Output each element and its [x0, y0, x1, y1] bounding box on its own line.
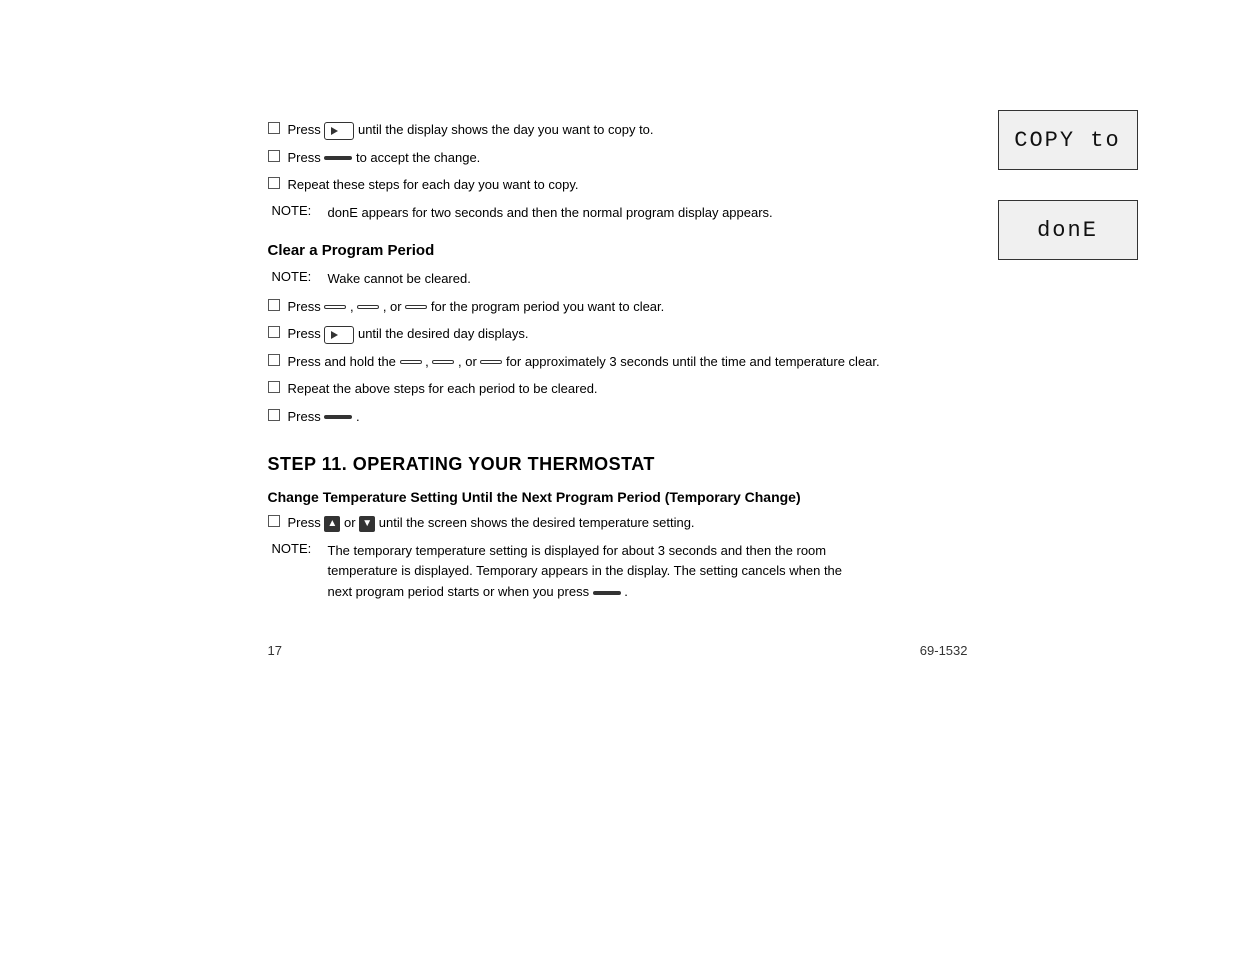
copy-item-2-text: Press to accept the change. [288, 148, 968, 168]
checkbox-icon [268, 515, 280, 527]
step11-item-1-text: Press ▲ or ▼ until the screen shows the … [288, 513, 968, 533]
step11-subheading: Change Temperature Setting Until the Nex… [268, 489, 968, 505]
clear-item-5: Press . [268, 407, 968, 427]
clear-item-4: Repeat the above steps for each period t… [268, 379, 968, 399]
period-btn-2[interactable] [357, 305, 379, 309]
play-triangle-icon [331, 127, 338, 135]
clear-item-4-text: Repeat the above steps for each period t… [288, 379, 968, 399]
note-label: NOTE: [272, 541, 320, 556]
play-button[interactable] [324, 122, 354, 140]
note-label: NOTE: [272, 269, 320, 289]
period-btn-3[interactable] [405, 305, 427, 309]
copy-item-2: Press to accept the change. [268, 148, 968, 168]
play-button-2[interactable] [324, 326, 354, 344]
checkbox-icon [268, 177, 280, 189]
checkbox-icon [268, 354, 280, 366]
clear-item-3: Press and hold the , , or for approximat… [268, 352, 968, 372]
clear-item-5-text: Press . [288, 407, 968, 427]
clear-note-wake: NOTE: Wake cannot be cleared. [268, 269, 968, 289]
display-done: donE [998, 200, 1138, 260]
checkbox-icon [268, 409, 280, 421]
hold-btn-1[interactable] [400, 360, 422, 364]
clear-item-1: Press , , or for the program period you … [268, 297, 968, 317]
note-wake-text: Wake cannot be cleared. [328, 269, 471, 289]
step11-heading: STEP 11. OPERATING YOUR THERMOSTAT [268, 454, 968, 475]
done-button[interactable] [324, 156, 352, 160]
hold-btn-3[interactable] [480, 360, 502, 364]
play-triangle-icon [331, 331, 338, 339]
done-button-3[interactable] [593, 591, 621, 595]
copy-item-1-text: Press until the display shows the day yo… [288, 120, 968, 140]
clear-section: Clear a Program Period NOTE: Wake cannot… [268, 242, 968, 426]
checkbox-icon [268, 299, 280, 311]
copy-to-section: COPY to donE Press until the display sho… [268, 120, 968, 222]
clear-item-2: Press until the desired day displays. [268, 324, 968, 344]
step11-item-1: Press ▲ or ▼ until the screen shows the … [268, 513, 968, 533]
page-number: 17 [268, 643, 282, 658]
footer: 17 69-1532 [268, 643, 968, 658]
copy-note: NOTE: donE appears for two seconds and t… [268, 203, 968, 223]
done-button-2[interactable] [324, 415, 352, 419]
display-copy-to: COPY to [998, 110, 1138, 170]
content-area: COPY to donE Press until the display sho… [268, 120, 968, 658]
doc-number: 69-1532 [920, 643, 968, 658]
clear-item-2-text: Press until the desired day displays. [288, 324, 968, 344]
checkbox-icon [268, 326, 280, 338]
step11-note-text: The temporary temperature setting is dis… [328, 541, 868, 603]
arrow-up-button[interactable]: ▲ [324, 516, 340, 532]
copy-item-3: Repeat these steps for each day you want… [268, 175, 968, 195]
period-btn-1[interactable] [324, 305, 346, 309]
note-label: NOTE: [272, 203, 320, 223]
clear-item-1-text: Press , , or for the program period you … [288, 297, 968, 317]
step11-note: NOTE: The temporary temperature setting … [268, 541, 968, 603]
copy-item-1: Press until the display shows the day yo… [268, 120, 968, 140]
clear-item-3-text: Press and hold the , , or for approximat… [288, 352, 968, 372]
checkbox-icon [268, 150, 280, 162]
copy-item-3-text: Repeat these steps for each day you want… [288, 175, 968, 195]
checkbox-icon [268, 381, 280, 393]
page: COPY to donE Press until the display sho… [0, 0, 1235, 954]
checkbox-icon [268, 122, 280, 134]
hold-btn-2[interactable] [432, 360, 454, 364]
arrow-down-button[interactable]: ▼ [359, 516, 375, 532]
note-text: donE appears for two seconds and then th… [328, 203, 773, 223]
step11-section: STEP 11. OPERATING YOUR THERMOSTAT Chang… [268, 454, 968, 603]
clear-heading: Clear a Program Period [268, 242, 968, 259]
